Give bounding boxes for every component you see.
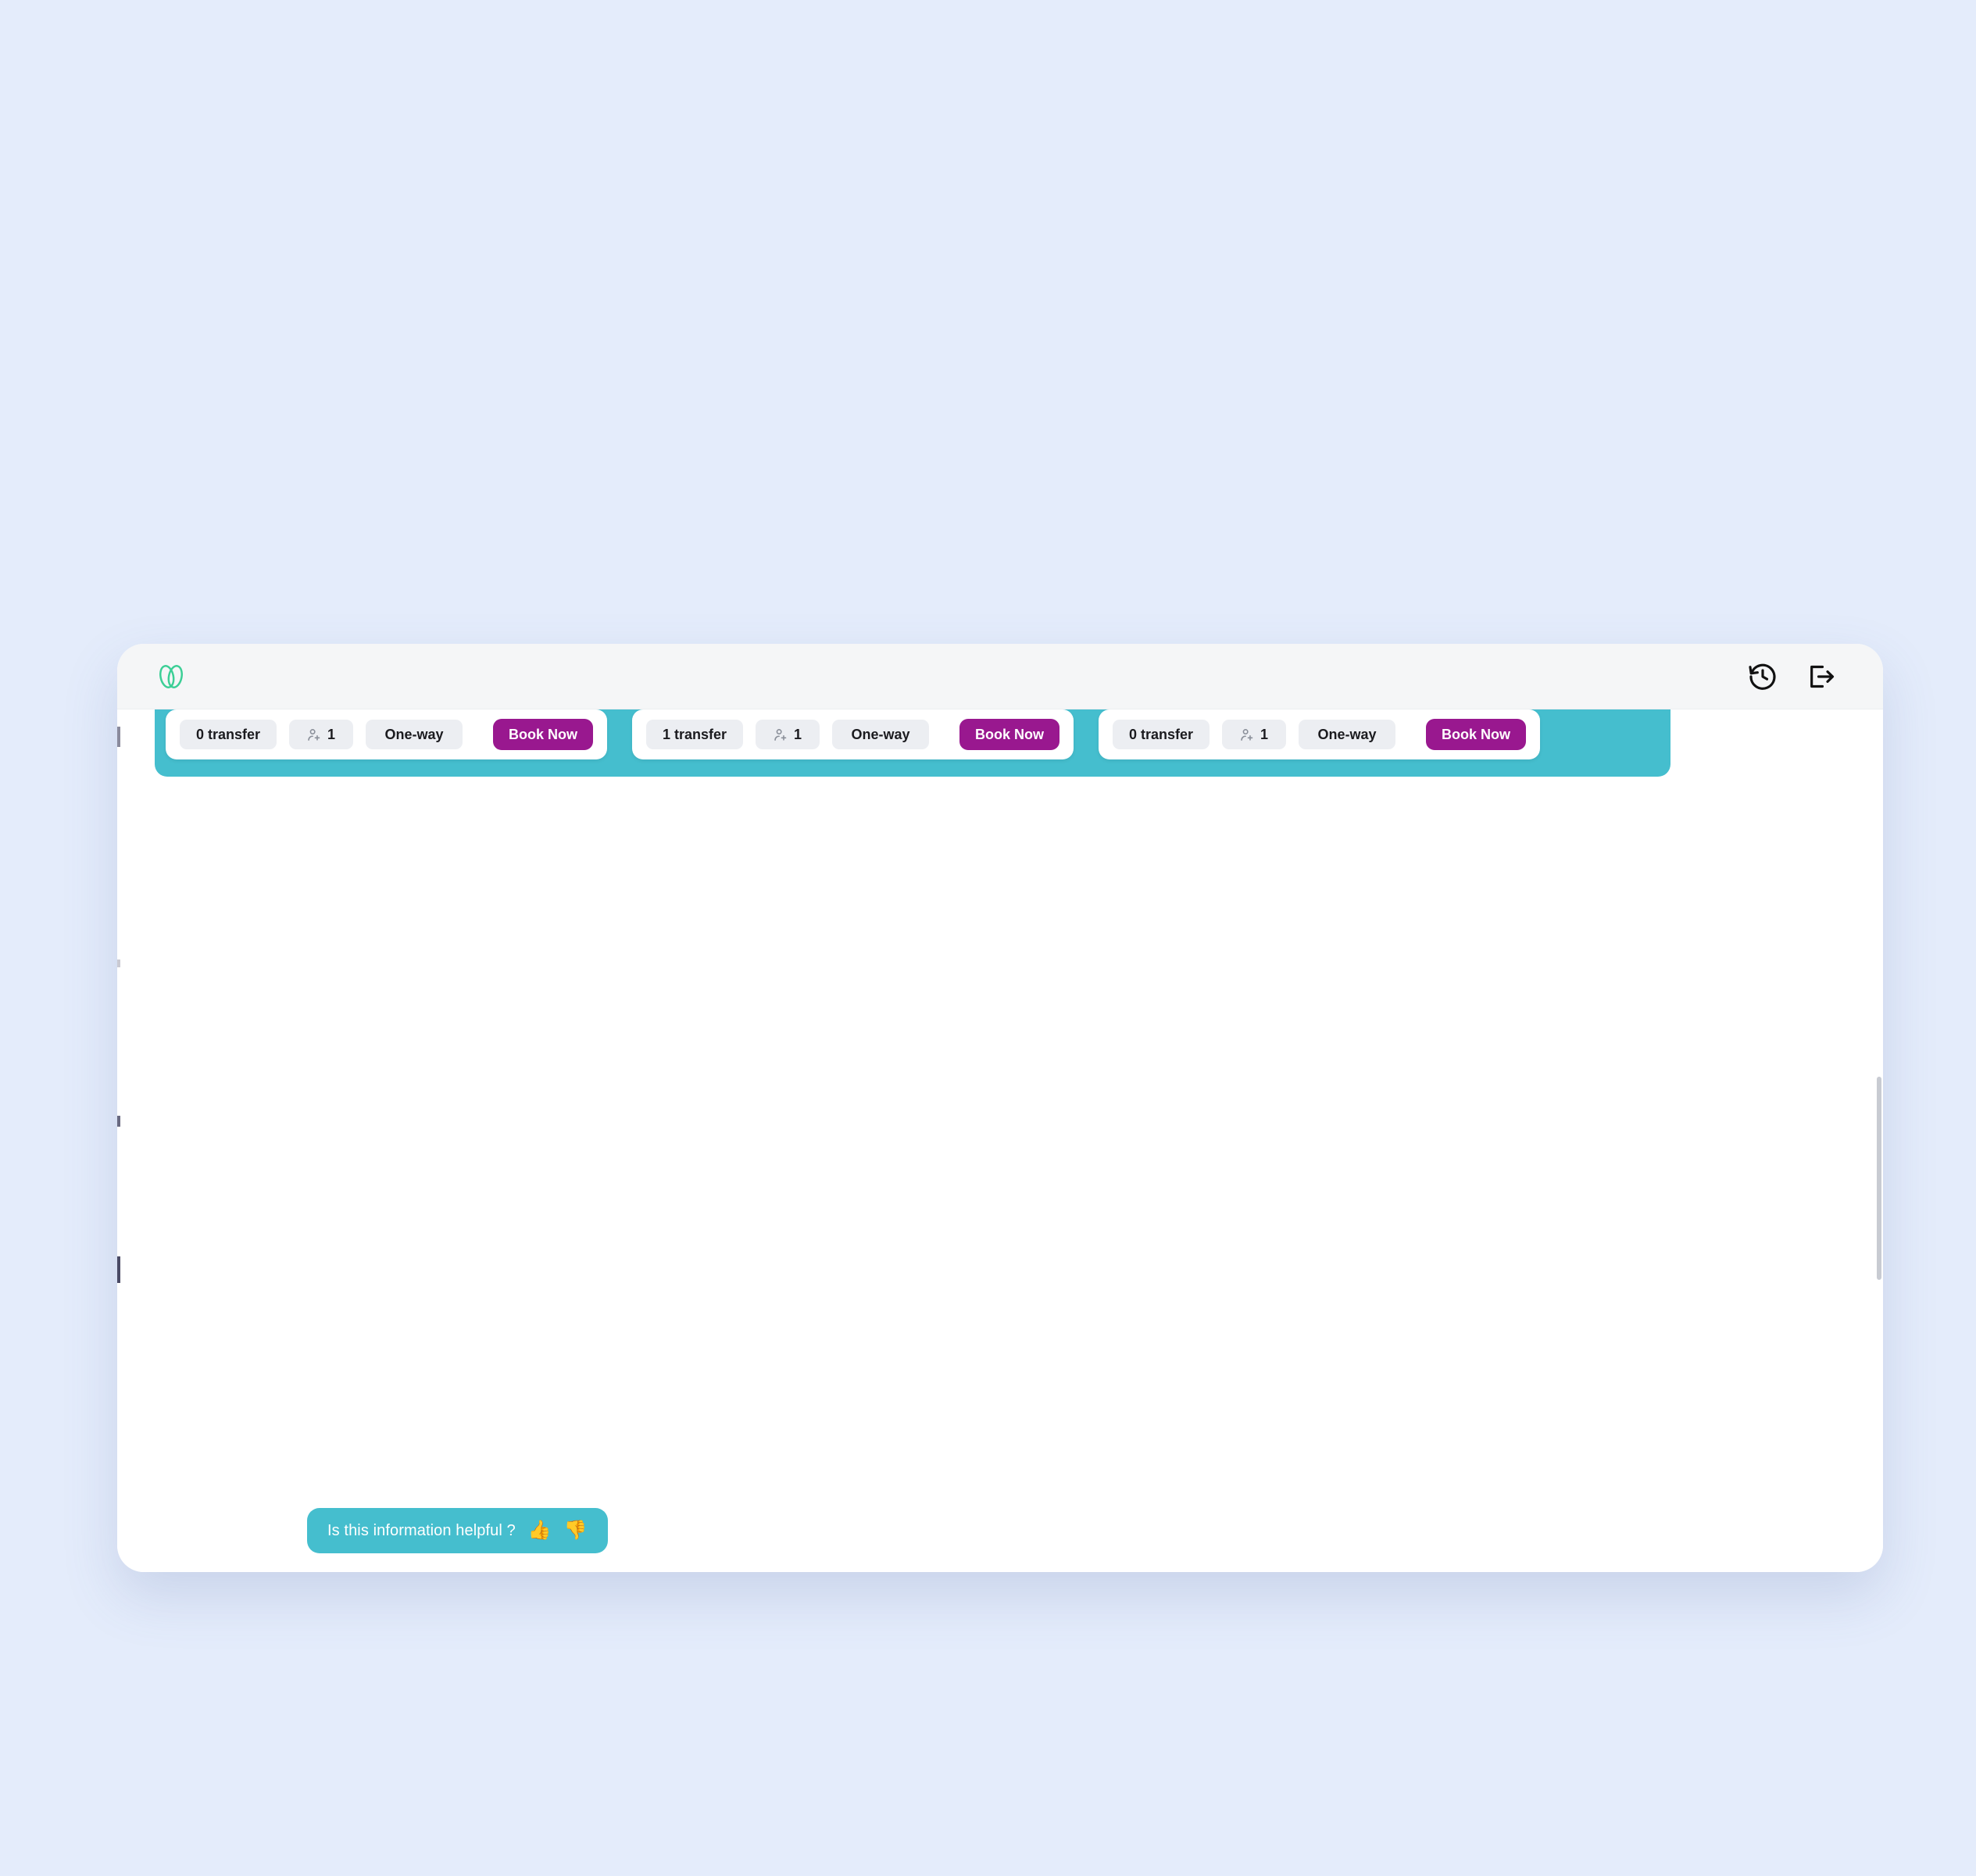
top-bar-left bbox=[153, 659, 189, 695]
ticket-results-carousel[interactable]: 0 transfer 1 One-way Book Now 1 transfer… bbox=[155, 709, 1670, 777]
logout-arrow-icon[interactable] bbox=[1805, 661, 1836, 692]
top-bar-right bbox=[1747, 661, 1836, 692]
feedback-question: Is this information helpful ? bbox=[327, 1521, 516, 1539]
ticket-passenger-tag: 1 bbox=[289, 720, 353, 749]
ticket-passenger-count: 1 bbox=[793, 726, 802, 742]
person-add-icon bbox=[1240, 727, 1255, 742]
feedback-row: Is this information helpful ? 👍 👎 bbox=[307, 1508, 608, 1553]
book-now-button[interactable]: Book Now bbox=[959, 719, 1059, 750]
ticket-card[interactable]: 0 transfer 1 One-way Book Now bbox=[1099, 709, 1540, 759]
scroll-edge-mark bbox=[117, 1116, 120, 1127]
ticket-transfer-tag: 0 transfer bbox=[1113, 720, 1210, 749]
thumbs-down-icon[interactable]: 👎 bbox=[564, 1521, 588, 1540]
ticket-transfer-tag: 0 transfer bbox=[180, 720, 277, 749]
ticket-passenger-tag: 1 bbox=[1222, 720, 1286, 749]
ticket-trip-type-tag: One-way bbox=[1299, 720, 1395, 749]
history-clock-icon[interactable] bbox=[1747, 661, 1778, 692]
app-window: 0 transfer 1 One-way Book Now 1 transfer… bbox=[117, 644, 1883, 1572]
ticket-card[interactable]: 1 transfer 1 One-way Book Now bbox=[632, 709, 1074, 759]
ticket-card[interactable]: 0 transfer 1 One-way Book Now bbox=[166, 709, 607, 759]
scroll-edge-mark bbox=[117, 1256, 120, 1283]
ticket-trip-type-tag: One-way bbox=[832, 720, 929, 749]
top-bar bbox=[117, 644, 1883, 709]
ticket-transfer-tag: 1 transfer bbox=[646, 720, 743, 749]
ticket-passenger-tag: 1 bbox=[756, 720, 820, 749]
scroll-edge-mark bbox=[117, 959, 120, 967]
feedback-pill: Is this information helpful ? 👍 👎 bbox=[307, 1508, 608, 1553]
person-add-icon bbox=[774, 727, 788, 742]
thumbs-up-icon[interactable]: 👍 bbox=[528, 1521, 552, 1540]
chat-scroll-area[interactable]: 0 transfer 1 One-way Book Now 1 transfer… bbox=[117, 709, 1883, 1572]
person-add-icon bbox=[307, 727, 322, 742]
infinity-loops-logo-icon bbox=[153, 659, 189, 695]
ticket-passenger-count: 1 bbox=[327, 726, 335, 742]
scroll-edge-mark bbox=[117, 727, 120, 747]
chat-scrollbar[interactable] bbox=[1877, 1077, 1881, 1280]
ticket-passenger-count: 1 bbox=[1260, 726, 1268, 742]
book-now-button[interactable]: Book Now bbox=[1426, 719, 1526, 750]
book-now-button[interactable]: Book Now bbox=[493, 719, 593, 750]
ticket-trip-type-tag: One-way bbox=[366, 720, 463, 749]
